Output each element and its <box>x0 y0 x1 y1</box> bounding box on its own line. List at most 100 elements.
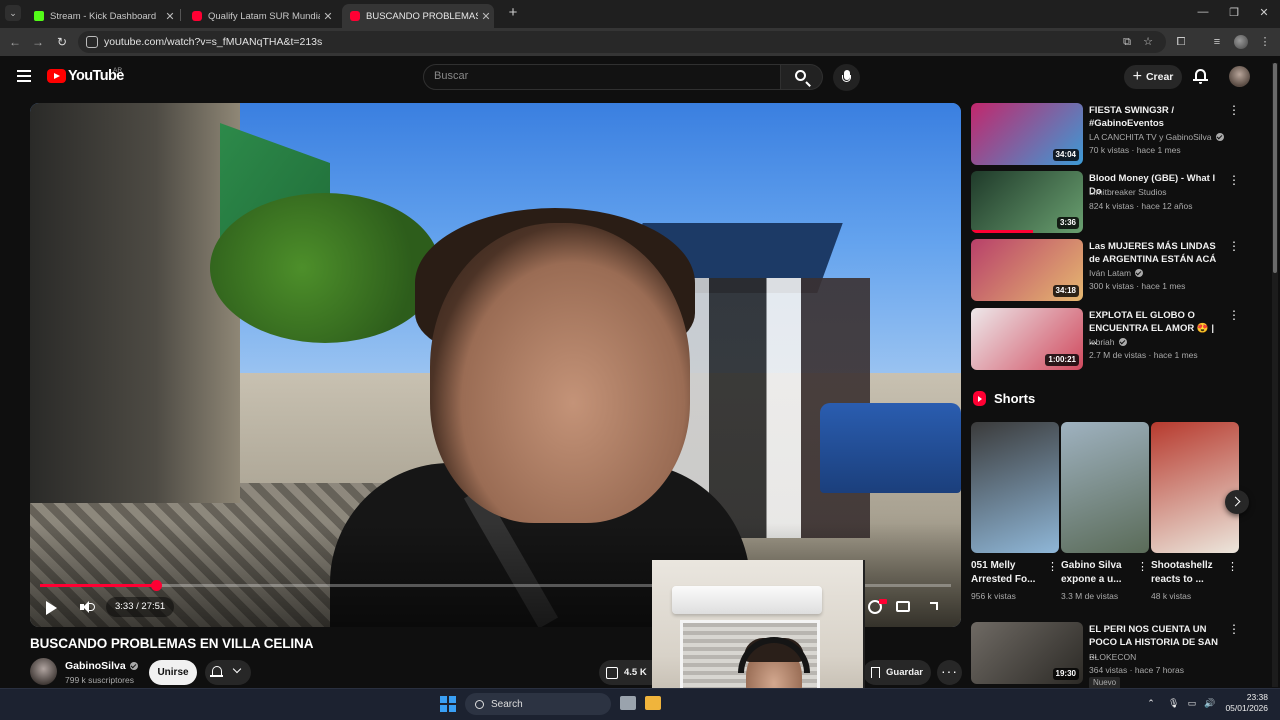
reload-icon[interactable]: ↻ <box>54 34 70 50</box>
browser-tab-kick[interactable]: Stream - Kick Dashboard ✕ <box>26 4 178 28</box>
video-thumbnail[interactable]: 1:00:21 <box>971 308 1083 370</box>
tab-search-menu-icon[interactable]: ⌄ <box>5 5 21 21</box>
restore-icon[interactable]: ❐ <box>1222 6 1246 19</box>
scrollbar-thumb[interactable] <box>1273 63 1277 273</box>
bookmark-star-icon[interactable]: ☆ <box>1141 35 1155 49</box>
account-avatar[interactable] <box>1229 66 1250 87</box>
video-thumbnail[interactable]: 34:04 <box>971 103 1083 165</box>
settings-gear-icon[interactable] <box>868 599 887 614</box>
theater-mode-icon[interactable] <box>896 601 910 612</box>
short-thumbnail[interactable] <box>1061 422 1149 553</box>
recommendation-item[interactable]: 19:30 EL PERI NOS CUENTA UN POCO LA HIST… <box>971 622 1251 688</box>
shorts-next-arrow-icon[interactable] <box>1225 490 1249 514</box>
volume-icon[interactable] <box>80 600 95 614</box>
short-item[interactable]: Shootashellz reacts to ... 48 k vistas ⋮ <box>1151 422 1239 607</box>
back-icon[interactable]: ← <box>7 34 23 50</box>
create-label: Crear <box>1145 71 1174 83</box>
close-tab-icon[interactable]: ✕ <box>162 10 178 23</box>
taskbar-search[interactable]: Search <box>465 693 611 715</box>
more-options-icon[interactable]: ⋮ <box>1228 240 1240 252</box>
more-options-icon[interactable]: ⋮ <box>1228 104 1240 116</box>
search-input[interactable] <box>423 64 781 90</box>
youtube-icon <box>192 11 202 21</box>
short-views: 956 k vistas <box>971 591 1016 601</box>
recommendation-item[interactable]: 1:00:21 EXPLOTA EL GLOBO O ENCUENTRA EL … <box>971 308 1251 370</box>
subscription-notifications-button[interactable] <box>205 660 251 685</box>
recommendation-channel: lebriah <box>1089 337 1115 347</box>
country-code: AR <box>113 67 123 74</box>
more-options-icon[interactable]: ⋮ <box>1227 562 1238 573</box>
short-title[interactable]: Shootashellz reacts to ... <box>1151 559 1227 587</box>
watched-progress-bar <box>971 230 1033 233</box>
more-actions-button[interactable]: ··· <box>937 660 962 685</box>
more-options-icon[interactable]: ⋮ <box>1228 623 1240 635</box>
guide-menu-icon[interactable] <box>17 70 31 82</box>
recommendation-title[interactable]: FIESTA SWING3R / #GabinoEventos <box>1089 104 1217 130</box>
browser-tab-strip: ⌄ Stream - Kick Dashboard ✕ Qualify Lata… <box>0 0 1280 28</box>
tab-title: Qualify Latam SUR Mundial Wa <box>208 10 320 22</box>
microphone-tray-icon[interactable]: 🎙 <box>1168 698 1179 708</box>
channel-name-row[interactable]: GabinoSilva <box>65 660 138 672</box>
create-button[interactable]: + Crear <box>1124 65 1182 89</box>
video-thumbnail[interactable]: 19:30 <box>971 622 1083 684</box>
recommendation-channel: BLOKECON <box>1089 652 1137 662</box>
more-options-icon[interactable]: ⋮ <box>1047 562 1058 573</box>
more-options-icon[interactable]: ⋮ <box>1228 174 1240 186</box>
install-app-icon[interactable]: ⧉ <box>1120 35 1134 49</box>
site-info-icon[interactable] <box>86 36 98 48</box>
tray-overflow-icon[interactable]: ⌃ <box>1146 698 1156 708</box>
speaker-icon[interactable]: 🔊 <box>1204 698 1215 708</box>
clock-time: 23:38 <box>1246 692 1268 702</box>
taskbar-clock[interactable]: 23:38 05/01/2026 <box>1220 692 1268 714</box>
network-icon[interactable]: ▭ <box>1187 698 1197 708</box>
browser-profile-avatar[interactable] <box>1234 35 1248 49</box>
channel-name[interactable]: GabinoSilva <box>65 660 126 672</box>
search-button[interactable] <box>781 64 823 90</box>
extensions-icon[interactable]: ⧠ <box>1174 35 1188 49</box>
video-thumbnail[interactable]: 3:36 <box>971 171 1083 233</box>
minimize-icon[interactable]: — <box>1191 6 1215 18</box>
new-tab-icon[interactable]: + <box>505 5 521 21</box>
page-scrollbar[interactable] <box>1272 63 1278 687</box>
notifications-bell-icon[interactable] <box>1193 68 1208 84</box>
video-player[interactable]: 3:33 / 27:51 <box>30 103 961 627</box>
more-options-icon[interactable]: ⋮ <box>1137 562 1148 573</box>
browser-tab-qualify[interactable]: Qualify Latam SUR Mundial Wa ✕ <box>184 4 336 28</box>
short-title[interactable]: 051 Melly Arrested Fo... <box>971 559 1047 587</box>
like-button[interactable]: 4.5 K <box>599 660 655 685</box>
recommendation-item[interactable]: 3:36 Blood Money (GBE) - What I Do Limit… <box>971 171 1251 233</box>
save-button[interactable]: Guardar <box>863 660 931 685</box>
recommendation-item[interactable]: 34:04 FIESTA SWING3R / #GabinoEventos LA… <box>971 103 1251 165</box>
fullscreen-icon[interactable] <box>930 602 938 610</box>
voice-search-button[interactable] <box>833 64 860 91</box>
short-item[interactable]: 051 Melly Arrested Fo... 956 k vistas ⋮ <box>971 422 1059 607</box>
close-tab-icon[interactable]: ✕ <box>320 10 336 23</box>
duration-badge: 34:04 <box>1052 149 1079 161</box>
short-thumbnail[interactable] <box>971 422 1059 553</box>
close-window-icon[interactable]: ✕ <box>1252 6 1276 19</box>
close-tab-icon[interactable]: ✕ <box>478 10 494 23</box>
join-button[interactable]: Unirse <box>149 660 197 685</box>
channel-avatar[interactable] <box>30 658 57 685</box>
shorts-shelf-header: Shorts <box>973 391 1035 406</box>
file-explorer-icon[interactable] <box>645 696 661 710</box>
short-thumbnail[interactable] <box>1151 422 1239 553</box>
video-thumbnail[interactable]: 34:18 <box>971 239 1083 301</box>
forward-icon[interactable]: → <box>30 34 46 50</box>
reading-list-icon[interactable]: ≡ <box>1210 35 1224 49</box>
url-text[interactable]: youtube.com/watch?v=s_fMUANqTHA&t=213s <box>104 36 322 48</box>
browser-tab-active[interactable]: BUSCANDO PROBLEMAS EN VI ✕ <box>342 4 494 28</box>
recommendation-title[interactable]: Las MUJERES MÁS LINDAS de ARGENTINA ESTÁ… <box>1089 240 1217 266</box>
youtube-play-icon <box>47 69 66 83</box>
recommendation-item[interactable]: 34:18 Las MUJERES MÁS LINDAS de ARGENTIN… <box>971 239 1251 301</box>
save-label: Guardar <box>886 667 923 678</box>
kick-icon <box>34 11 44 21</box>
short-item[interactable]: Gabino Silva expone a u... 3.3 M de vist… <box>1061 422 1149 607</box>
recommendation-channel-row: Iván Latam <box>1089 268 1144 278</box>
windows-start-icon[interactable] <box>440 696 456 712</box>
task-view-icon[interactable] <box>620 696 636 710</box>
more-options-icon[interactable]: ⋮ <box>1228 309 1240 321</box>
browser-menu-icon[interactable]: ⋮ <box>1258 35 1272 49</box>
short-title[interactable]: Gabino Silva expone a u... <box>1061 559 1137 587</box>
play-icon[interactable] <box>46 601 57 615</box>
